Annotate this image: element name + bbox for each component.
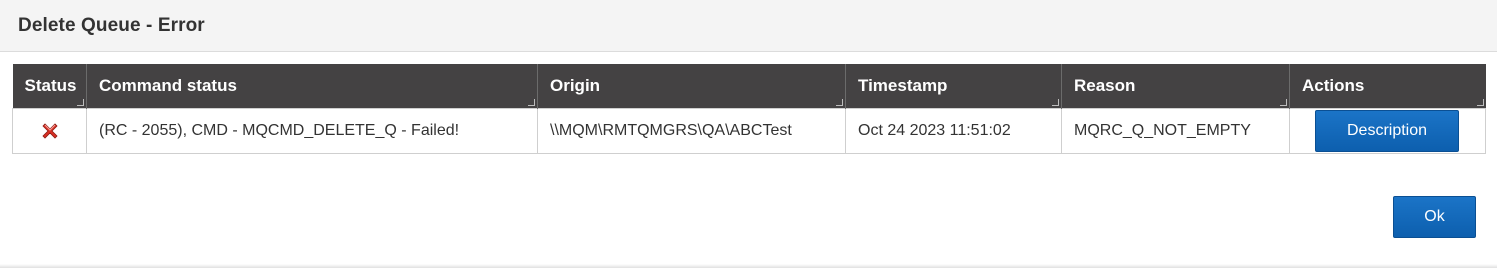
column-header-label: Command status: [99, 75, 237, 95]
results-table-container: Status Command status Origin Timestamp R…: [12, 64, 1486, 154]
column-header-label: Timestamp: [858, 75, 948, 95]
command-status-cell: (RC - 2055), CMD - MQCMD_DELETE_Q - Fail…: [86, 107, 538, 154]
column-header-label: Status: [24, 75, 77, 95]
origin-cell: \\MQM\RMTQMGRS\QA\ABCTest: [537, 107, 846, 154]
dialog-title: Delete Queue - Error: [18, 14, 205, 36]
description-button[interactable]: Description: [1315, 109, 1459, 152]
actions-cell: Description: [1289, 107, 1486, 154]
column-resize-handle[interactable]: [1052, 98, 1059, 106]
reason-cell: MQRC_Q_NOT_EMPTY: [1061, 107, 1290, 154]
status-cell: [12, 107, 87, 154]
error-x-icon: [40, 121, 60, 141]
column-header-timestamp[interactable]: Timestamp: [845, 64, 1062, 108]
column-resize-handle[interactable]: [77, 98, 84, 106]
column-resize-handle[interactable]: [1476, 98, 1484, 106]
table-row[interactable]: (RC - 2055), CMD - MQCMD_DELETE_Q - Fail…: [12, 107, 1486, 154]
dialog-bottom-shadow: [0, 264, 1497, 268]
column-header-origin[interactable]: Origin: [537, 64, 846, 108]
column-resize-handle[interactable]: [836, 98, 843, 106]
timestamp-cell: Oct 24 2023 11:51:02: [845, 107, 1062, 154]
column-header-label: Origin: [550, 75, 601, 95]
column-header-command-status[interactable]: Command status: [86, 64, 538, 108]
column-resize-handle[interactable]: [528, 98, 535, 106]
ok-button[interactable]: Ok: [1393, 196, 1476, 238]
delete-queue-error-dialog: Delete Queue - Error Status Command stat…: [0, 0, 1497, 268]
column-header-label: Actions: [1302, 75, 1365, 95]
results-table: Status Command status Origin Timestamp R…: [12, 64, 1486, 154]
column-header-label: Reason: [1074, 75, 1136, 95]
column-header-actions[interactable]: Actions: [1289, 64, 1486, 108]
column-header-reason[interactable]: Reason: [1061, 64, 1290, 108]
column-resize-handle[interactable]: [1280, 98, 1287, 106]
table-header-row: Status Command status Origin Timestamp R…: [12, 64, 1486, 108]
column-header-status[interactable]: Status: [12, 64, 87, 108]
dialog-titlebar: Delete Queue - Error: [0, 0, 1497, 52]
